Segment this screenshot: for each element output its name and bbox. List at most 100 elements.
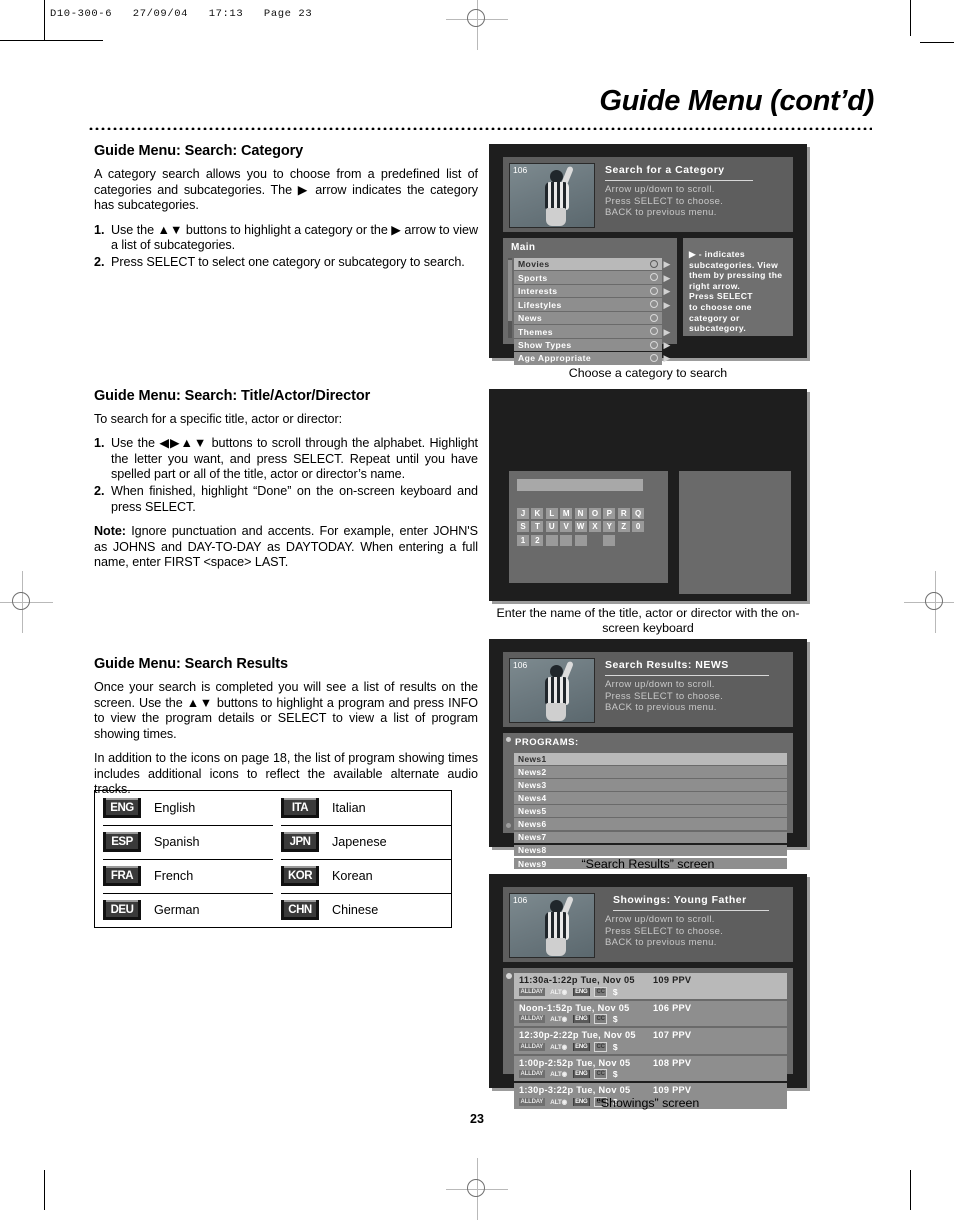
- paid-program-icon: $: [612, 1069, 618, 1079]
- program-list-item[interactable]: News6: [514, 818, 787, 831]
- caption-category-screen: Choose a category to search: [568, 366, 728, 380]
- language-code-icon: KOR: [281, 865, 319, 886]
- chevron-right-icon[interactable]: ▶: [662, 327, 672, 337]
- category-radio-icon[interactable]: [650, 286, 658, 295]
- keyboard-key-w[interactable]: W: [574, 521, 587, 533]
- program-list-item[interactable]: News2: [514, 766, 787, 778]
- step-item: Use the ▲▼ buttons to highlight a catego…: [94, 222, 478, 253]
- category-list-item[interactable]: Sports ▶: [514, 271, 672, 284]
- scroll-up-indicator[interactable]: [506, 737, 511, 742]
- category-label: Sports: [518, 272, 548, 283]
- category-radio-icon[interactable]: [650, 260, 658, 268]
- keyboard-key-u[interactable]: U: [545, 521, 558, 533]
- keyboard-key-blank[interactable]: [545, 534, 558, 546]
- scroll-up-indicator[interactable]: [506, 973, 512, 979]
- language-name: Chinese: [332, 903, 379, 917]
- category-scrollbar[interactable]: [508, 258, 512, 338]
- showing-list-item[interactable]: 1:00p-2:52p Tue, Nov 05 108 PPV ALLDAY ALT◉…: [514, 1055, 787, 1081]
- showing-channel: 108 PPV: [653, 1057, 692, 1068]
- showing-time: Noon-1:52p Tue, Nov 05: [519, 1002, 630, 1013]
- keyboard-key-p[interactable]: P: [603, 508, 616, 519]
- crop-mark-bottom-right-vertical: [910, 1170, 911, 1210]
- category-list-item[interactable]: News: [514, 311, 672, 325]
- keyboard-key-blank[interactable]: [574, 534, 587, 546]
- chevron-right-icon[interactable]: ▶: [662, 300, 672, 310]
- program-list-item[interactable]: News3: [514, 779, 787, 791]
- channel-number: 106: [513, 895, 528, 905]
- category-list-item[interactable]: Lifestyles ▶: [514, 298, 672, 311]
- program-list-item[interactable]: News4: [514, 792, 787, 804]
- chevron-right-icon[interactable]: ▶: [662, 273, 672, 283]
- keyboard-key-q[interactable]: Q: [632, 508, 645, 519]
- category-radio-icon[interactable]: [650, 354, 658, 363]
- registration-mark-top: [446, 0, 508, 50]
- keyboard-key-s[interactable]: S: [517, 521, 529, 533]
- showing-channel: 109 PPV: [653, 975, 692, 985]
- keyboard-key-z[interactable]: Z: [617, 521, 630, 533]
- language-name: Korean: [332, 868, 373, 883]
- category-radio-icon[interactable]: [650, 313, 658, 322]
- showing-list-item[interactable]: 12:30p-2:22p Tue, Nov 05 107 PPV ALLDAY ALT…: [514, 1028, 787, 1054]
- scroll-down-indicator[interactable]: [506, 823, 511, 828]
- category-list-item[interactable]: Show Types ▶: [514, 338, 672, 352]
- language-name: French: [154, 868, 194, 883]
- keyboard-key-2[interactable]: 2: [531, 534, 544, 546]
- screen-header: 106 Search for a Category Arrow up/down …: [503, 157, 793, 232]
- body-text-column: Guide Menu: Search: Category A category …: [94, 143, 478, 807]
- program-list-item[interactable]: News1: [514, 753, 787, 765]
- keyboard-key-k[interactable]: K: [531, 508, 544, 519]
- keyboard-key-o[interactable]: O: [588, 508, 601, 519]
- keyboard-key-y[interactable]: Y: [603, 521, 616, 533]
- language-table-row: DEU German CHN Chinese: [95, 893, 451, 927]
- keyboard-key-l[interactable]: L: [545, 508, 558, 519]
- column-spacer: [94, 280, 478, 388]
- registration-mark-right: [904, 571, 954, 633]
- showing-channel: 106 PPV: [653, 1002, 692, 1013]
- keyboard-key-blank[interactable]: [560, 534, 573, 546]
- chevron-right-icon[interactable]: ▶: [662, 340, 672, 350]
- step-item: When finished, highlight “Done” on the o…: [94, 483, 478, 514]
- keyboard-key-1[interactable]: 1: [517, 534, 529, 546]
- channel-number: 106: [513, 165, 528, 175]
- keyboard-key-blank[interactable]: [603, 534, 616, 546]
- showing-list-item[interactable]: Noon-1:52p Tue, Nov 05 106 PPV ALLDAY ALT◉ E…: [514, 1000, 787, 1026]
- keyboard-key-x[interactable]: X: [588, 521, 601, 533]
- showing-list-item[interactable]: 11:30a-1:22p Tue, Nov 05 109 PPV ALLDAY ALT…: [514, 973, 787, 999]
- keyboard-key-r[interactable]: R: [617, 508, 630, 519]
- category-list-item[interactable]: Movies ▶: [514, 258, 672, 271]
- program-list-item[interactable]: News8: [514, 844, 787, 857]
- category-label: Movies: [518, 259, 550, 270]
- keyboard-key-t[interactable]: T: [531, 521, 544, 533]
- caption-showings-screen: “Showings” screen: [596, 1096, 700, 1110]
- crop-mark-top-right-horizontal: [920, 42, 954, 43]
- category-radio-icon[interactable]: [650, 327, 658, 336]
- language-entry: JPN Japenese: [273, 825, 451, 860]
- search-text-entry-field[interactable]: [517, 479, 643, 491]
- category-label: News: [518, 313, 543, 324]
- program-list-item[interactable]: News7: [514, 831, 787, 844]
- keyboard-key-j[interactable]: J: [517, 508, 529, 519]
- language-table-row: ESP Spanish JPN Japenese: [95, 825, 451, 860]
- screenshot-showings: 106 Showings: Young Father Arrow up/down…: [489, 874, 807, 1109]
- category-list-item[interactable]: Themes ▶: [514, 325, 672, 338]
- keyboard-key-0[interactable]: 0: [632, 521, 645, 533]
- language-name: Spanish: [154, 834, 200, 849]
- keyboard-key-v[interactable]: V: [560, 521, 573, 533]
- category-list-item[interactable]: Interests ▶: [514, 284, 672, 298]
- category-list-item[interactable]: Age Appropriate ▶: [514, 352, 672, 365]
- keyboard-keys: JKLMNOPRQ STUVWXYZ0 12: [517, 508, 647, 548]
- chevron-right-icon[interactable]: ▶: [662, 353, 672, 363]
- keyboard-key-m[interactable]: M: [560, 508, 573, 519]
- category-radio-icon[interactable]: [650, 340, 658, 349]
- document-page: D10-300-6 27/09/04 17:13 Page 23 Guide M…: [0, 0, 954, 1220]
- program-list-item[interactable]: News5: [514, 805, 787, 817]
- category-radio-icon[interactable]: [650, 300, 658, 309]
- keyboard-key-n[interactable]: N: [574, 508, 587, 519]
- language-entry: FRA French: [95, 859, 273, 894]
- chevron-right-icon[interactable]: ▶: [662, 286, 672, 296]
- chevron-right-icon[interactable]: ▶: [662, 259, 672, 269]
- note-paragraph: Note: Ignore punctuation and accents. Fo…: [94, 524, 478, 571]
- note-text: Ignore punctuation and accents. For exam…: [94, 524, 478, 570]
- category-radio-icon[interactable]: [650, 273, 658, 282]
- screen-title: Search Results: NEWS: [605, 659, 729, 671]
